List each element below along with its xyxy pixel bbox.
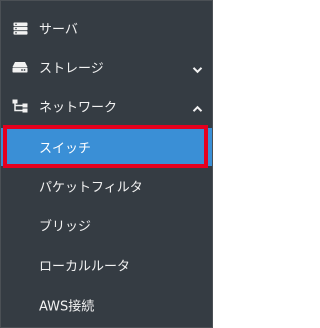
submenu-item-bridge[interactable]: ブリッジ — [1, 206, 212, 244]
chevron-down-icon — [192, 63, 203, 74]
menu-item-label: ストレージ — [39, 61, 104, 77]
submenu-item-switch[interactable]: スイッチ — [1, 128, 212, 166]
submenu-item-packet-filter[interactable]: パケットフィルタ — [1, 167, 212, 205]
menu-item-server[interactable]: サーバ — [1, 9, 212, 47]
submenu-item-label: パケットフィルタ — [39, 180, 143, 196]
chevron-up-icon — [192, 102, 203, 112]
network-icon — [12, 99, 28, 113]
submenu-item-aws-connection[interactable]: AWS接続 — [1, 286, 212, 324]
storage-icon — [12, 60, 28, 74]
menu-item-label: サーバ — [39, 22, 78, 38]
submenu-item-local-router[interactable]: ローカルルータ — [1, 246, 212, 284]
submenu-item-label: AWS接続 — [39, 299, 95, 315]
submenu-item-label: ローカルルータ — [39, 259, 131, 275]
menu-item-label: ネットワーク — [39, 100, 118, 116]
menu-item-storage[interactable]: ストレージ — [1, 48, 212, 86]
submenu-item-label: スイッチ — [39, 141, 92, 157]
server-icon — [12, 21, 28, 35]
sidebar-menu: サーバ ストレージ ネットワーク スイッチ パケットフィルタ ブリッジ ローカル… — [0, 0, 213, 328]
menu-item-network[interactable]: ネットワーク — [1, 87, 212, 125]
submenu-item-label: ブリッジ — [39, 219, 92, 235]
